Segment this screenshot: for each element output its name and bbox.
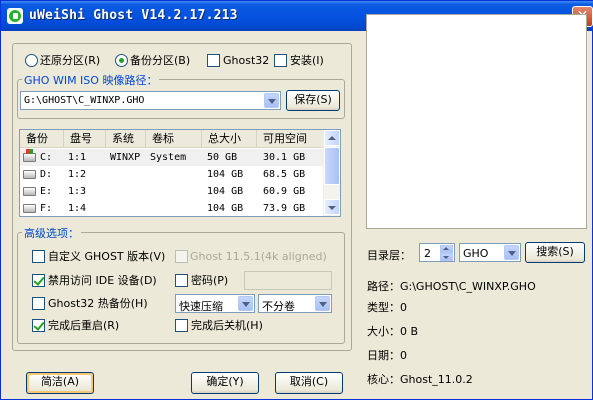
ghost-version-checkbox bbox=[175, 250, 188, 263]
ghost32-hot-label[interactable]: Ghost32 热备份(H) bbox=[48, 297, 148, 310]
split-select[interactable]: 不分卷 bbox=[258, 294, 332, 313]
drive-icon bbox=[23, 204, 36, 213]
split-value: 不分卷 bbox=[262, 300, 295, 313]
chevron-down-icon[interactable] bbox=[264, 93, 279, 108]
save-button[interactable]: 保存(S) bbox=[286, 90, 340, 111]
chevron-down-icon[interactable] bbox=[504, 245, 519, 260]
backup-radio[interactable] bbox=[115, 54, 128, 67]
table-row[interactable]: C: 1:1 WINXP System 50 GB 30.1 GB bbox=[20, 149, 325, 166]
install-checkbox-label[interactable]: 安装(I) bbox=[290, 54, 324, 67]
col-system[interactable]: 系统 bbox=[106, 130, 146, 148]
custom-ghost-label[interactable]: 自定义 GHOST 版本(V) bbox=[48, 250, 165, 263]
col-free[interactable]: 可用空间 bbox=[257, 130, 325, 148]
cancel-button[interactable]: 取消(C) bbox=[275, 372, 343, 394]
reboot-label[interactable]: 完成后重启(R) bbox=[48, 319, 119, 332]
scroll-up-icon[interactable] bbox=[324, 130, 340, 146]
drive-icon bbox=[23, 170, 36, 179]
backup-radio-label[interactable]: 备份分区(B) bbox=[130, 54, 190, 67]
table-row[interactable]: F: 1:4 104 GB 73.9 GB bbox=[20, 200, 325, 216]
table-row[interactable]: D: 1:2 104 GB 68.5 GB bbox=[20, 166, 325, 183]
password-field bbox=[244, 271, 332, 290]
ghost32-checkbox[interactable] bbox=[207, 54, 220, 67]
image-path-combo[interactable]: G:\GHOST\C_WINXP.GHO bbox=[20, 91, 281, 110]
file-type-value: GHO bbox=[463, 247, 489, 260]
image-path-value: G:\GHOST\C_WINXP.GHO bbox=[24, 95, 145, 106]
system-drive-icon bbox=[23, 149, 36, 162]
spin-down-icon[interactable] bbox=[440, 253, 453, 261]
advanced-group-label: 高级选项： bbox=[22, 225, 81, 241]
col-backup[interactable]: 备份 bbox=[20, 130, 64, 148]
info-core: 核心：Ghost_11.0.2 bbox=[367, 373, 473, 386]
cell-free: 60.9 GB bbox=[263, 186, 306, 197]
col-disk[interactable]: 盘号 bbox=[64, 130, 106, 148]
cell-total: 104 GB bbox=[207, 186, 244, 197]
catalog-layer-value: 2 bbox=[424, 247, 431, 260]
catalog-layer-spinner[interactable]: 2 bbox=[419, 243, 455, 262]
password-checkbox[interactable] bbox=[175, 274, 188, 287]
compression-select[interactable]: 快速压缩 bbox=[175, 294, 255, 313]
cell-drive: F: bbox=[40, 203, 53, 214]
cell-total: 104 GB bbox=[207, 169, 244, 180]
col-total[interactable]: 总大小 bbox=[202, 130, 257, 148]
compression-value: 快速压缩 bbox=[179, 300, 223, 313]
partition-table[interactable]: 备份 盘号 系统 卷标 总大小 可用空间 C: 1:1 WINXP System… bbox=[19, 129, 341, 217]
shutdown-label[interactable]: 完成后关机(H) bbox=[191, 319, 263, 332]
catalog-layer-label: 目录层： bbox=[367, 249, 411, 262]
cell-drive: E: bbox=[40, 186, 53, 197]
col-label[interactable]: 卷标 bbox=[146, 130, 202, 148]
disable-ide-checkbox[interactable] bbox=[32, 274, 45, 287]
shutdown-checkbox[interactable] bbox=[175, 319, 188, 332]
table-scrollbar[interactable] bbox=[323, 130, 340, 216]
reboot-checkbox[interactable] bbox=[32, 319, 45, 332]
cell-disk: 1:3 bbox=[68, 186, 87, 197]
scroll-thumb[interactable] bbox=[324, 147, 340, 185]
restore-radio[interactable] bbox=[25, 54, 38, 67]
chevron-down-icon[interactable] bbox=[238, 296, 253, 311]
table-row[interactable]: E: 1:3 104 GB 60.9 GB bbox=[20, 183, 325, 200]
cell-disk: 1:4 bbox=[68, 203, 87, 214]
cell-disk: 1:2 bbox=[68, 169, 87, 180]
window-title: uWeiShi Ghost V14.2.17.213 bbox=[29, 8, 238, 23]
password-label[interactable]: 密码(P) bbox=[191, 274, 228, 287]
cell-system: WINXP bbox=[110, 152, 141, 163]
cell-drive: C: bbox=[40, 152, 53, 163]
cell-free: 30.1 GB bbox=[263, 152, 306, 163]
drive-icon bbox=[23, 187, 36, 196]
simple-mode-button[interactable]: 简洁(A) bbox=[26, 372, 94, 394]
search-button[interactable]: 搜索(S) bbox=[525, 242, 585, 263]
scroll-down-icon[interactable] bbox=[324, 199, 340, 215]
app-logo-icon bbox=[7, 8, 23, 24]
ghost32-checkbox-label[interactable]: Ghost32 bbox=[223, 54, 269, 67]
cell-disk: 1:1 bbox=[68, 152, 87, 163]
disable-ide-label[interactable]: 禁用访问 IDE 设备(D) bbox=[48, 274, 157, 287]
install-checkbox[interactable] bbox=[274, 54, 287, 67]
cell-free: 73.9 GB bbox=[263, 203, 306, 214]
cell-label: System bbox=[150, 152, 187, 163]
info-size: 大小：0 B bbox=[367, 325, 419, 338]
ok-button[interactable]: 确定(Y) bbox=[191, 372, 259, 394]
image-preview-panel bbox=[366, 14, 587, 229]
restore-radio-label[interactable]: 还原分区(R) bbox=[40, 54, 100, 67]
custom-ghost-checkbox[interactable] bbox=[32, 250, 45, 263]
chevron-down-icon[interactable] bbox=[315, 296, 330, 311]
info-path: 路径：G:\GHOST\C_WINXP.GHO bbox=[367, 280, 536, 293]
main-window: uWeiShi Ghost V14.2.17.213 ✕ 还原分区(R) 备份分… bbox=[0, 0, 593, 400]
file-type-select[interactable]: GHO bbox=[459, 243, 521, 262]
ghost32-hot-checkbox[interactable] bbox=[32, 297, 45, 310]
spin-up-icon[interactable] bbox=[440, 245, 453, 253]
cell-free: 68.5 GB bbox=[263, 169, 306, 180]
ghost-version-label: Ghost 11.5.1(4k aligned) bbox=[190, 250, 327, 263]
info-type: 类型：0 bbox=[367, 301, 407, 314]
cell-total: 50 GB bbox=[207, 152, 238, 163]
image-path-group-label: GHO WIM ISO 映像路径： bbox=[22, 72, 160, 88]
info-date: 日期：0 bbox=[367, 349, 407, 362]
cell-total: 104 GB bbox=[207, 203, 244, 214]
cell-drive: D: bbox=[40, 169, 53, 180]
table-header: 备份 盘号 系统 卷标 总大小 可用空间 bbox=[20, 130, 325, 148]
